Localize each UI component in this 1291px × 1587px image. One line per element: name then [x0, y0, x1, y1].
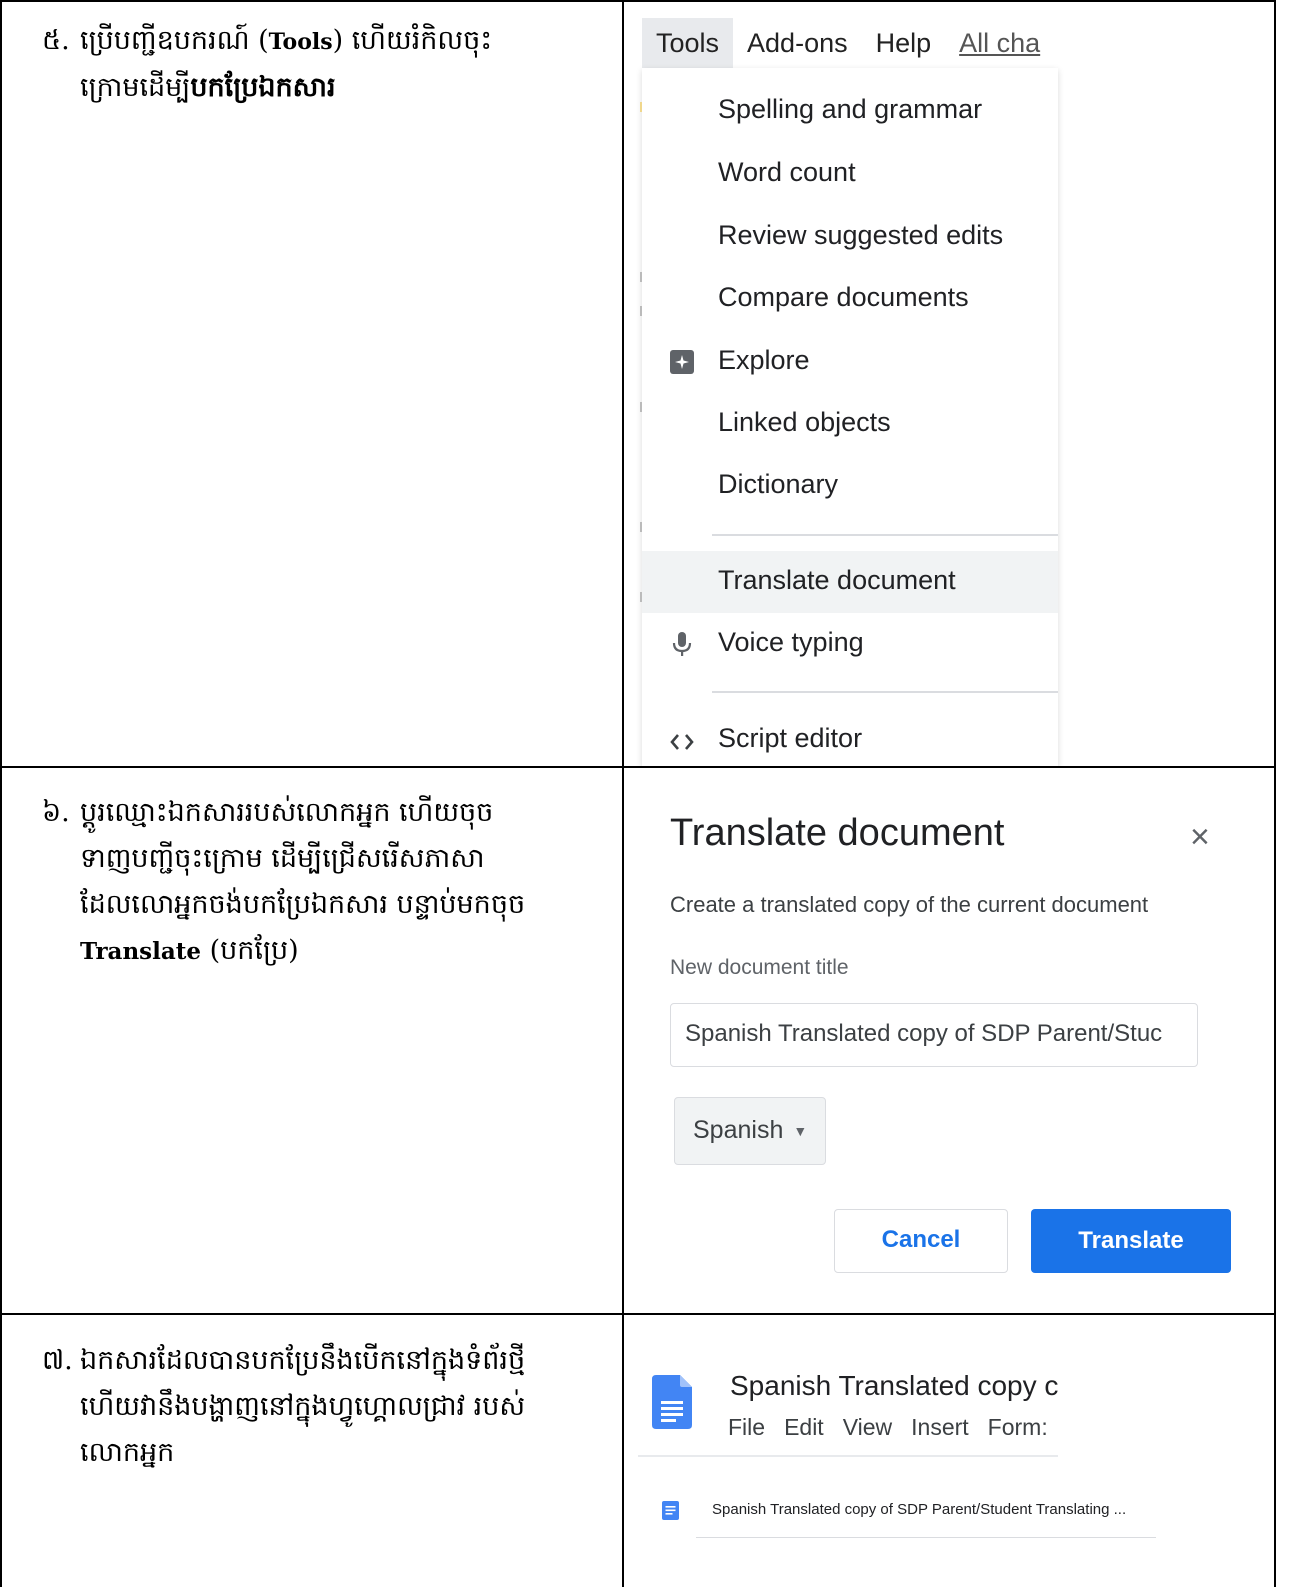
language-select[interactable]: Spanish ▼ [674, 1097, 826, 1165]
step5-text-d: ក្រោមដើម្បី [80, 72, 191, 103]
all-changes-link[interactable]: All cha [945, 18, 1054, 68]
step6-line3: ដែលលោអ្នកចង់បកប្រែឯកសារ បន្ទាប់មកចុច [80, 889, 526, 920]
step7-line3: លោកអ្នក [80, 1437, 175, 1468]
menu-item-translate-document[interactable]: Translate document [718, 565, 956, 596]
edge-mark [640, 102, 642, 112]
doc-header-divider [638, 1455, 1058, 1457]
step7-line1: ឯកសារដែលបានបកប្រែនឹងបើកនៅក្នុងទំព័រថ្មី [80, 1345, 526, 1376]
title-field-label: New document title [670, 956, 849, 979]
doc-menu-view[interactable]: View [843, 1414, 892, 1440]
translate-button[interactable]: Translate [1031, 1209, 1231, 1273]
doc-file-icon [662, 1501, 679, 1520]
doc-menu-insert[interactable]: Insert [911, 1414, 969, 1440]
step7-text: ៧. ឯកសារដែលបានបកប្រែនឹងបើកនៅក្នុងទំព័រថ្ម… [42, 1338, 525, 1476]
menu-item-compare[interactable]: Compare documents [718, 282, 969, 313]
menu-tools[interactable]: Tools [642, 18, 734, 68]
tools-menu-screenshot: Tools Add-ons Help All cha Spelling and … [624, 2, 1274, 766]
menu-item-voice-typing[interactable]: Voice typing [718, 627, 864, 658]
menu-item-word-count[interactable]: Word count [718, 157, 856, 188]
step6-text: ៦. ប្តូរឈ្មោះឯកសាររបស់លោកអ្នក ហើយចុច ទាញប… [42, 790, 525, 975]
step5-translate-doc-bold: បកប្រែឯកសារ [190, 72, 336, 103]
row-divider-1 [0, 766, 1276, 768]
cancel-button[interactable]: Cancel [834, 1209, 1008, 1273]
document-title-input[interactable]: Spanish Translated copy of SDP Parent/St… [670, 1003, 1198, 1067]
menu-item-review-edits[interactable]: Review suggested edits [718, 220, 1003, 251]
new-doc-title[interactable]: Spanish Translated copy c [730, 1370, 1058, 1402]
language-value: Spanish [693, 1116, 784, 1144]
step5-number: ៥. [42, 25, 70, 56]
doc-menu-file[interactable]: File [728, 1414, 765, 1440]
menu-item-explore[interactable]: Explore [718, 345, 810, 376]
edge-mark [640, 306, 642, 316]
table-border-left [0, 0, 2, 1587]
step6-line1: ប្តូរឈ្មោះឯកសាររបស់លោកអ្នក ហើយចុច [80, 797, 494, 828]
step7-number: ៧. [42, 1345, 73, 1376]
step7-line2: ហើយវានឹងបង្ហាញនៅក្នុងហ្វូហ្គោលជ្រាវ របស់ [80, 1391, 526, 1422]
step6-line2: ទាញបញ្ជីចុះក្រោម ដើម្បីជ្រើសរើសភាសា [80, 843, 485, 874]
step6-translate-bold: Translate [80, 938, 202, 965]
edge-mark [640, 402, 642, 412]
row-divider-2 [0, 1313, 1276, 1315]
menu-item-spelling[interactable]: Spelling and grammar [718, 94, 982, 125]
doc-menu-format[interactable]: Form: [988, 1414, 1048, 1440]
step6-number: ៦. [42, 797, 70, 828]
step5-tools-label: Tools [268, 29, 333, 55]
close-icon[interactable]: × [1190, 818, 1210, 857]
list-divider [696, 1537, 1156, 1538]
menu-item-dictionary[interactable]: Dictionary [718, 469, 838, 500]
menu-item-script-editor[interactable]: Script editor [718, 723, 862, 754]
edge-mark [640, 272, 642, 282]
drive-list-item[interactable]: Spanish Translated copy of SDP Parent/St… [712, 1501, 1126, 1518]
menu-addons[interactable]: Add-ons [733, 18, 862, 68]
code-brackets-icon [670, 734, 694, 750]
microphone-icon [672, 632, 692, 656]
explore-icon [670, 350, 694, 374]
doc-menubar: File Edit View Insert Form: [728, 1414, 1067, 1441]
menubar: Tools Add-ons Help All cha [642, 18, 1062, 68]
menu-help[interactable]: Help [862, 18, 946, 68]
step5-text-a: ប្រើបញ្ជីឧបករណ៍ ( [80, 25, 269, 56]
menu-separator [712, 691, 1058, 693]
google-docs-icon [652, 1375, 692, 1429]
menu-item-linked-objects[interactable]: Linked objects [718, 407, 891, 438]
step5-text: ៥. ប្រើបញ្ជីឧបករណ៍ (Tools) ហើយរំកិលចុះ ក្… [42, 18, 492, 111]
dialog-subtitle: Create a translated copy of the current … [670, 892, 1149, 917]
dropdown-caret-icon: ▼ [793, 1123, 808, 1140]
edge-mark [640, 522, 642, 532]
edge-mark [640, 592, 642, 602]
doc-menu-edit[interactable]: Edit [784, 1414, 824, 1440]
table-border-right [1274, 0, 1276, 1587]
menu-separator [712, 534, 1058, 536]
step6-line4-rest: (បកប្រែ) [201, 935, 299, 966]
step5-text-c: ) ហើយរំកិលចុះ [332, 25, 493, 56]
dialog-title: Translate document [670, 812, 1005, 854]
